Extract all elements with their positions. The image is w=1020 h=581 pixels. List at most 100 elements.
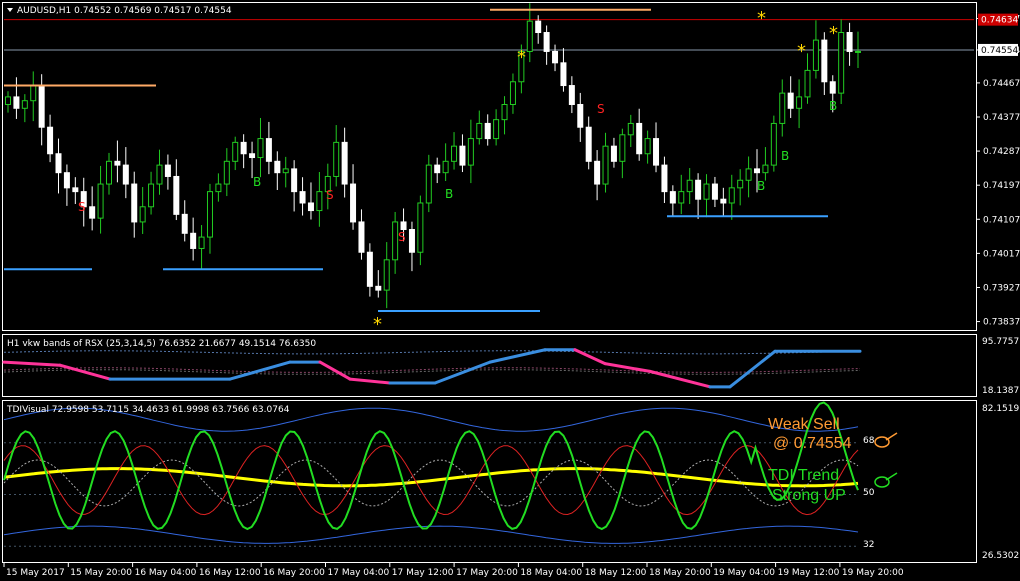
time-tick-label: 15 May 2017 xyxy=(6,568,65,578)
candle-body xyxy=(89,206,96,219)
buy-signal: B xyxy=(253,175,261,189)
rsx-header: H1 vkw bands of RSX (25,3,14,5) 76.6352 … xyxy=(7,339,316,349)
candle-body xyxy=(535,20,542,34)
star-marker: * xyxy=(517,47,526,68)
candle-body xyxy=(577,103,584,128)
candle-body xyxy=(249,153,256,159)
candle-body xyxy=(552,50,559,64)
price-tick-label: 0.74467 xyxy=(983,79,1020,89)
sell-signal: S xyxy=(78,200,86,214)
candle-body xyxy=(476,122,483,140)
candle-body xyxy=(425,164,432,204)
candle-body xyxy=(467,138,474,166)
candle-body xyxy=(181,213,188,234)
tdi-header: TDIVisual 72.9598 53.7115 34.4633 61.999… xyxy=(6,405,290,415)
candle-body xyxy=(30,85,37,102)
trend-arrow-icon xyxy=(874,472,898,488)
rsx-line-segment xyxy=(603,362,652,373)
price-tick-label: 0.74197 xyxy=(983,181,1020,191)
candle-body xyxy=(164,164,171,177)
candle-body xyxy=(812,39,819,71)
tdi-layer xyxy=(3,401,859,547)
candle-body xyxy=(627,122,634,136)
tdi-level-68: 68 xyxy=(863,436,875,446)
time-tick-label: 19 May 20:00 xyxy=(842,568,904,578)
tdi-market-base xyxy=(3,467,859,488)
price-axis: 0.746370.745540.744670.743770.742870.741… xyxy=(976,13,1020,328)
candle-body xyxy=(568,85,575,105)
candle-body xyxy=(366,251,373,287)
time-tick-label: 16 May 12:00 xyxy=(199,568,261,578)
candle-body xyxy=(257,138,264,159)
time-tick-label: 17 May 04:00 xyxy=(328,568,390,578)
star-marker: * xyxy=(757,8,766,29)
candle-body xyxy=(434,164,441,174)
time-tick-label: 18 May 04:00 xyxy=(520,568,582,578)
candle-body xyxy=(703,183,710,200)
candle-body xyxy=(21,100,28,109)
candle-body xyxy=(341,141,348,185)
candle-body xyxy=(602,145,609,185)
candle-body xyxy=(274,160,281,174)
candle-body xyxy=(821,39,828,83)
price-tick-label: 0.74107 xyxy=(983,215,1020,225)
current-price-label: 0.74554 xyxy=(981,46,1018,56)
candle-body xyxy=(215,183,222,193)
candle-body xyxy=(417,202,424,253)
price-tick-label: 0.74017 xyxy=(983,249,1020,259)
candle-body xyxy=(669,191,676,204)
candle-body xyxy=(695,179,702,200)
candle-body xyxy=(459,145,466,166)
candle-body xyxy=(779,92,786,124)
candle-body xyxy=(333,141,340,177)
candle-body xyxy=(728,187,735,204)
candle-body xyxy=(829,81,836,94)
candle-body xyxy=(299,191,306,204)
candle-body xyxy=(282,168,289,174)
candle-body xyxy=(105,160,112,185)
candle-body xyxy=(383,259,390,291)
candle-body xyxy=(754,168,761,174)
rsx-upper-band xyxy=(3,350,861,355)
candle-body xyxy=(139,206,146,223)
tdi-level-50: 50 xyxy=(863,488,875,498)
candle-body xyxy=(720,198,727,204)
candle-body xyxy=(240,141,247,155)
sell-signal: S xyxy=(597,102,605,116)
candle-body xyxy=(678,191,685,204)
rsx-layer xyxy=(2,348,862,389)
time-tick-label: 18 May 20:00 xyxy=(649,568,711,578)
rsx-line-segment xyxy=(488,348,547,364)
candle-body xyxy=(442,160,449,174)
price-tick-label: 0.74287 xyxy=(983,147,1020,157)
candle-body xyxy=(316,191,323,212)
time-tick-label: 19 May 12:00 xyxy=(778,568,840,578)
red-price-label: 0.74634 xyxy=(981,16,1018,26)
candle-body xyxy=(501,103,508,121)
candle-body xyxy=(585,126,592,162)
candle-body xyxy=(653,138,660,166)
star-marker: * xyxy=(373,314,382,335)
candle-body xyxy=(232,141,239,162)
candle-body xyxy=(543,32,550,52)
price-tick-label: 0.73927 xyxy=(983,283,1020,293)
tdi-sell-label-2: @ 0.74554 xyxy=(773,435,852,452)
rsx-scale-top: 95.7757 xyxy=(982,337,1019,347)
candle-body xyxy=(644,138,651,155)
candle-body xyxy=(156,164,163,185)
tdi-level-32: 32 xyxy=(863,540,874,550)
candle-body xyxy=(97,183,104,219)
tdi-trend-label-2: Strong UP xyxy=(772,487,846,504)
buy-signal: B xyxy=(757,179,765,193)
candle-body xyxy=(13,96,20,109)
candle-body xyxy=(55,153,62,174)
time-tick-label: 18 May 12:00 xyxy=(585,568,647,578)
dropdown-arrow-icon[interactable] xyxy=(7,8,13,12)
candle-body xyxy=(47,126,54,155)
candle-body xyxy=(610,145,617,162)
tdi-sell-label-1: Weak Sell xyxy=(768,416,840,433)
time-tick-label: 17 May 12:00 xyxy=(392,568,454,578)
sell-arrow-icon xyxy=(874,432,898,448)
time-axis: 15 May 2017 15 May 20:00 16 May 04:00 16 Ma… xyxy=(3,563,904,578)
candle-body xyxy=(63,172,70,189)
